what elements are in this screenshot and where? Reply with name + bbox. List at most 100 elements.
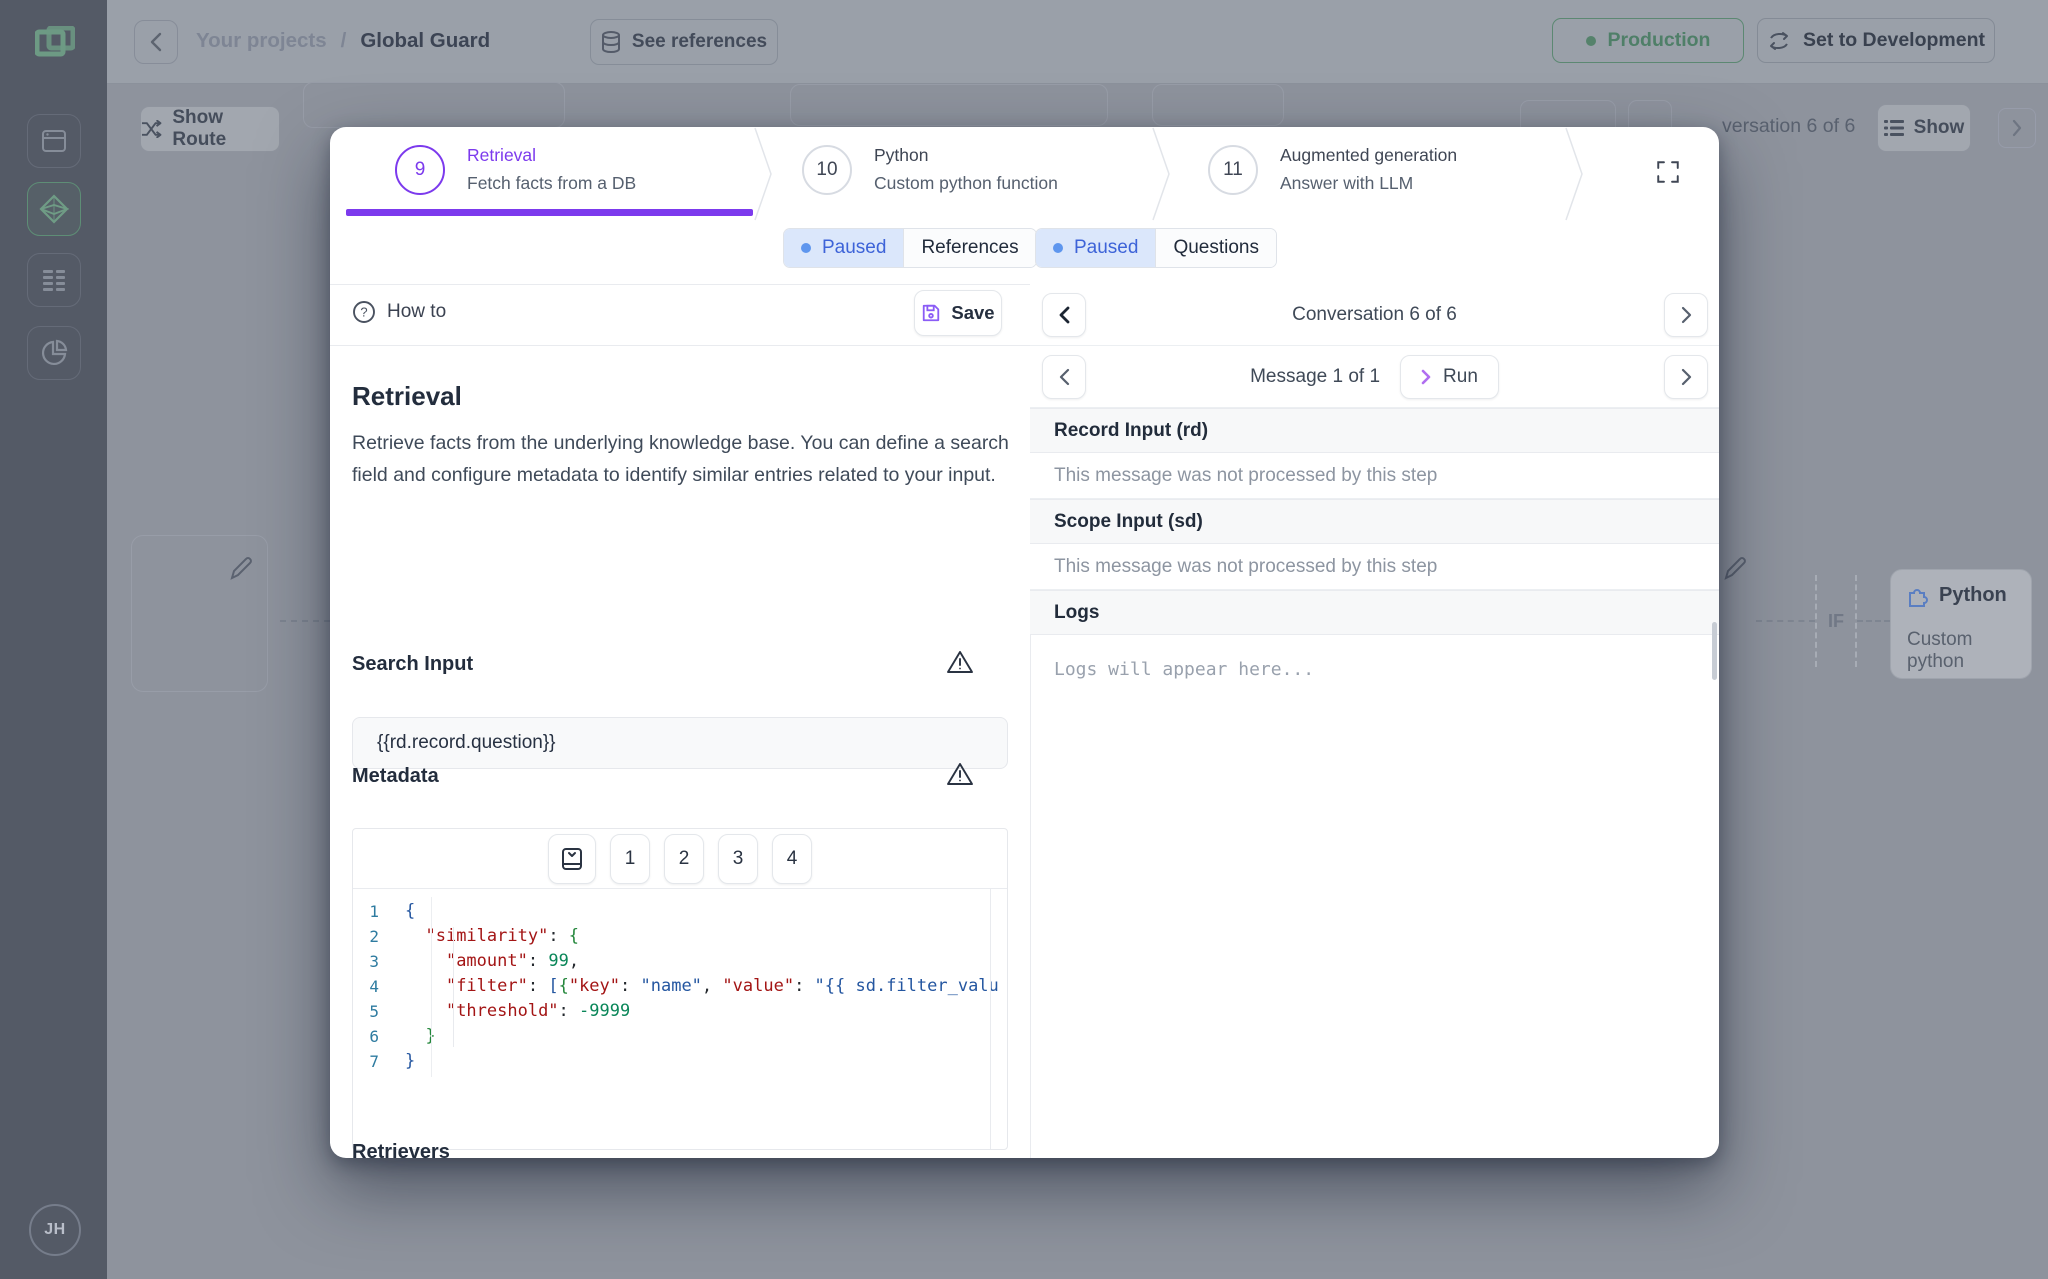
python-node-subtitle: Custom python [1907, 629, 2031, 673]
sidebar-item-projects[interactable] [27, 114, 81, 168]
show-route-button[interactable]: Show Route [140, 106, 280, 152]
code-line[interactable]: 2 "similarity": { [353, 924, 1007, 949]
database-icon [601, 31, 621, 53]
search-input-label: Search Input [352, 653, 473, 676]
conversation-nav-row: Conversation 6 of 6 [1030, 284, 1719, 346]
show-conversations-button[interactable]: Show [1877, 104, 1971, 152]
paused-dot-icon [1053, 243, 1063, 253]
step-subtitle: Custom python function [874, 173, 1058, 194]
sidebar-item-analytics[interactable] [27, 326, 81, 380]
tab-paused-questions[interactable]: Paused [1036, 229, 1155, 267]
ghost-node-outline [1152, 84, 1284, 126]
tab-group-questions: Paused Questions [1035, 228, 1277, 268]
next-conversation-button[interactable] [1664, 293, 1708, 337]
step-separator-chevron [1152, 127, 1172, 221]
browser-window-icon [41, 129, 67, 153]
set-to-development-button[interactable]: Set to Development [1757, 18, 1995, 63]
code-line[interactable]: 6 } [353, 1024, 1007, 1049]
run-button[interactable]: Run [1400, 355, 1499, 399]
run-chevron-icon [1421, 369, 1431, 385]
metadata-editor: 1 2 3 4 1{2 "similarity": {3 "amount": 9… [352, 828, 1008, 1150]
tab-status-label: Paused [1074, 237, 1138, 259]
fullscreen-button[interactable] [1644, 148, 1692, 196]
step-heading: Retrieval [352, 381, 462, 412]
connector-dashed-line [1857, 620, 1890, 622]
search-input-field[interactable]: {{rd.record.question}} [352, 717, 1008, 769]
how-to-link[interactable]: ? How to [352, 300, 446, 324]
code-line[interactable]: 4 "filter": [{"key": "name", "value": "{… [353, 974, 1007, 999]
stepper-step-augmented-generation[interactable]: 11 Augmented generation Answer with LLM [1208, 145, 1457, 195]
code-line[interactable]: 3 "amount": 99, [353, 949, 1007, 974]
production-label: Production [1608, 29, 1711, 52]
conversation-counter: Conversation 6 of 6 [1030, 284, 1719, 346]
conversation-counter-clipped: versation 6 of 6 [1722, 115, 1855, 138]
tab-group-references: Paused References [783, 228, 1037, 268]
code-line[interactable]: 1{ [353, 899, 1007, 924]
production-dot-icon [1586, 36, 1596, 46]
editor-shortcut-1-button[interactable]: 1 [610, 834, 650, 884]
breadcrumb-root[interactable]: Your projects [196, 29, 327, 53]
page-title: Global Guard [360, 29, 490, 53]
columns-list-icon [41, 268, 67, 292]
step-separator-chevron [754, 127, 774, 221]
editor-shortcut-3-button[interactable]: 3 [718, 834, 758, 884]
user-avatar[interactable]: JH [29, 1204, 81, 1256]
app-logo-icon[interactable] [35, 26, 75, 58]
next-message-button[interactable] [1664, 355, 1708, 399]
back-button[interactable] [134, 20, 178, 64]
python-node[interactable]: Python Custom python [1890, 569, 2032, 679]
connector-dashed-line [280, 620, 330, 622]
warning-triangle-icon[interactable] [946, 649, 974, 675]
show-label: Show [1914, 117, 1965, 139]
step-config-pane: ? How to Save Retrieval Retrieve facts f… [330, 284, 1030, 1158]
message-nav-row: Message 1 of 1 Run [1030, 346, 1719, 408]
ghost-node-outline [303, 82, 565, 128]
sidebar-item-lists[interactable] [27, 253, 81, 307]
gem-diamond-icon [39, 194, 69, 224]
fullscreen-expand-icon [1655, 159, 1681, 185]
logs-section-header[interactable]: Logs [1030, 590, 1719, 635]
gutter-separator [431, 897, 432, 1077]
scope-input-section-header[interactable]: Scope Input (sd) [1030, 499, 1719, 544]
production-badge[interactable]: Production [1552, 18, 1744, 63]
insert-variable-button[interactable] [548, 834, 596, 884]
see-references-button[interactable]: See references [590, 19, 778, 65]
edit-pencil-icon[interactable] [228, 556, 254, 582]
editor-scrollbar-track[interactable] [990, 889, 991, 1149]
tab-questions[interactable]: Questions [1155, 229, 1276, 267]
python-node-title: Python [1939, 584, 2007, 607]
stepper-step-python[interactable]: 10 Python Custom python function [802, 145, 1058, 195]
editor-shortcut-4-button[interactable]: 4 [772, 834, 812, 884]
save-button[interactable]: Save [914, 290, 1002, 336]
tab-paused-references[interactable]: Paused [784, 229, 903, 267]
connector-dashed-line [1756, 620, 1815, 622]
chevron-right-icon [2012, 119, 2022, 137]
search-input-value: {{rd.record.question}} [377, 732, 556, 754]
sidebar [0, 0, 107, 1279]
record-input-section-header[interactable]: Record Input (rd) [1030, 408, 1719, 453]
edit-pencil-icon[interactable] [1722, 556, 1748, 582]
list-icon [1884, 119, 1904, 137]
stepper-step-retrieval[interactable]: 9 Retrieval Fetch facts from a DB [395, 145, 636, 195]
sidebar-item-workflow[interactable] [27, 182, 81, 236]
see-references-label: See references [632, 31, 767, 53]
run-label: Run [1443, 366, 1478, 388]
next-conversation-ghost-button[interactable] [1998, 108, 2036, 148]
show-route-label: Show Route [172, 107, 279, 151]
line-number: 3 [353, 949, 405, 974]
code-line[interactable]: 5 "threshold": -9999 [353, 999, 1007, 1024]
code-line[interactable]: 7} [353, 1049, 1007, 1074]
puzzle-icon [1907, 585, 1929, 607]
set-to-development-label: Set to Development [1803, 29, 1985, 52]
right-pane-scrollbar-thumb[interactable] [1712, 622, 1717, 680]
paused-dot-icon [801, 243, 811, 253]
tab-references[interactable]: References [903, 229, 1035, 267]
line-number: 7 [353, 1049, 405, 1074]
editor-shortcut-2-button[interactable]: 2 [664, 834, 704, 884]
code-editor-area[interactable]: 1{2 "similarity": {3 "amount": 99,4 "fil… [353, 889, 1007, 1149]
step-description: Retrieve facts from the underlying knowl… [352, 428, 1012, 492]
dictionary-book-icon [561, 847, 583, 871]
step-title: Augmented generation [1280, 145, 1457, 166]
breadcrumb-separator: / [341, 29, 347, 53]
warning-triangle-icon[interactable] [946, 761, 974, 787]
